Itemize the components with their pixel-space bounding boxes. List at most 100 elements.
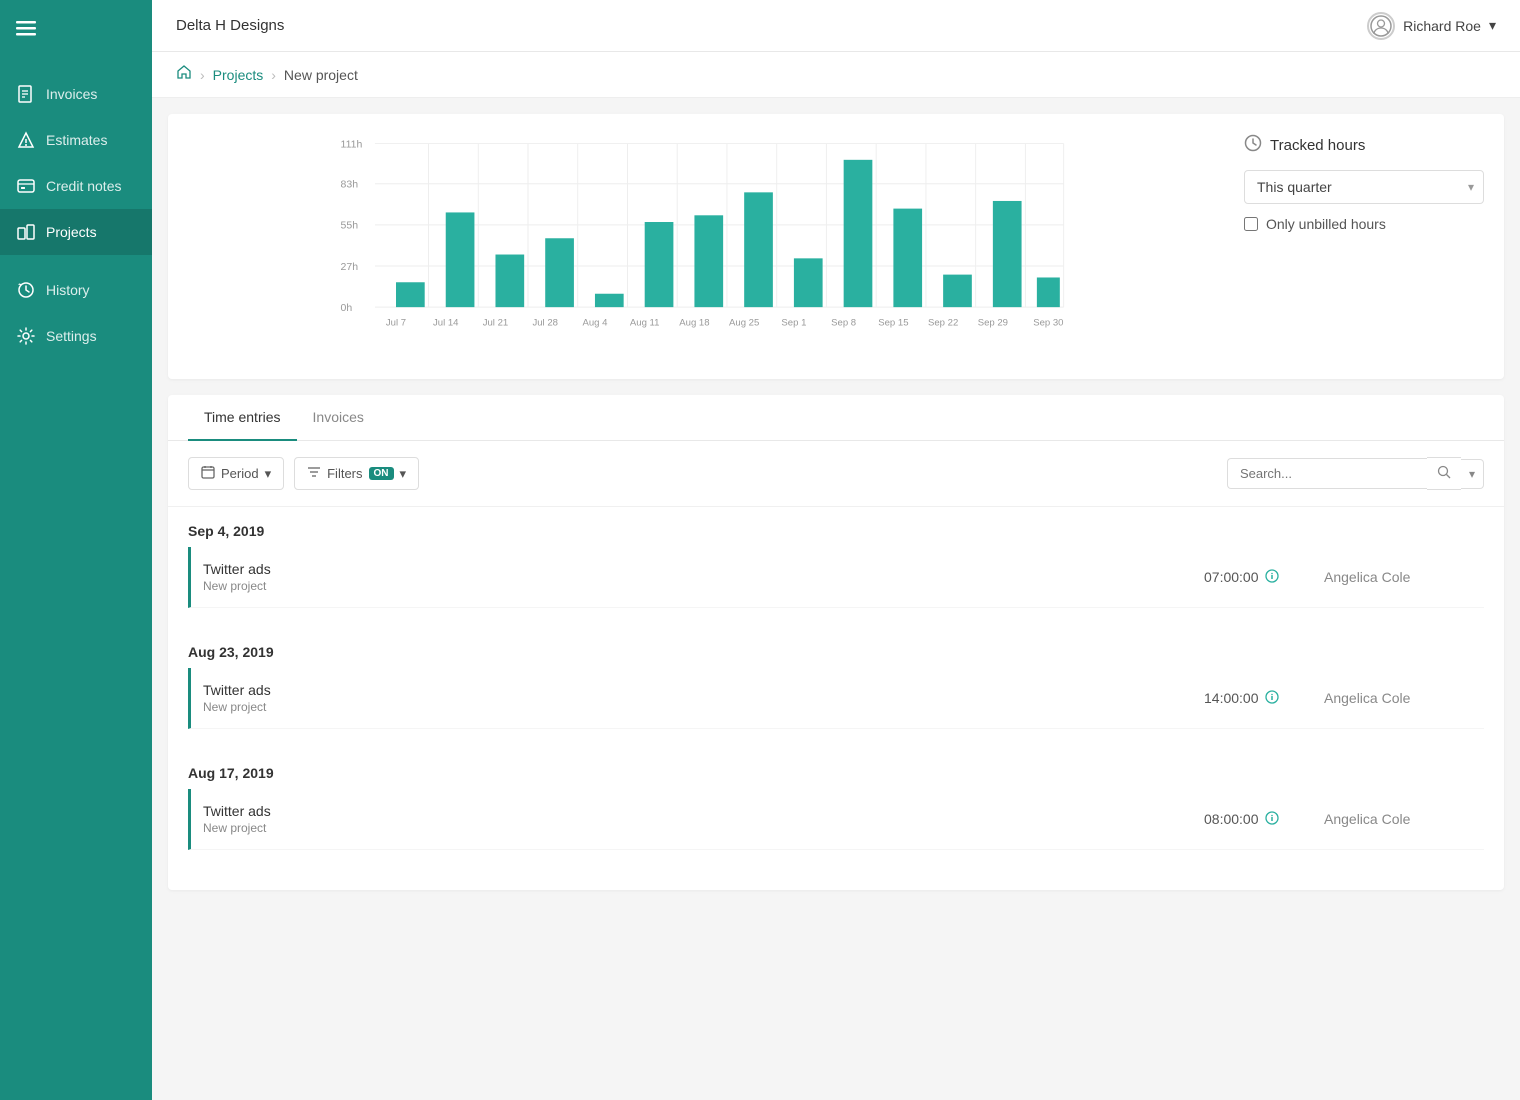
quarter-select[interactable]: This quarter Last quarter This month Las…: [1244, 170, 1484, 204]
settings-icon: [16, 326, 36, 346]
svg-text:Sep 30: Sep 30: [1033, 317, 1063, 328]
entry-info: Twitter ads New project: [203, 561, 1204, 593]
user-menu[interactable]: Richard Roe ▾: [1367, 12, 1496, 40]
unbilled-checkbox-row: Only unbilled hours: [1244, 216, 1484, 232]
unbilled-label[interactable]: Only unbilled hours: [1266, 216, 1386, 232]
content-area: › Projects › New project 111h 83h 55h 27…: [152, 52, 1520, 1100]
svg-text:Sep 29: Sep 29: [978, 317, 1008, 328]
tab-invoices[interactable]: Invoices: [297, 395, 380, 441]
user-chevron: ▾: [1489, 17, 1496, 34]
quarter-select-wrapper: This quarter Last quarter This month Las…: [1244, 170, 1484, 204]
tab-time-entries[interactable]: Time entries: [188, 395, 297, 441]
svg-text:Aug 25: Aug 25: [729, 317, 759, 328]
date-group-2: Aug 23, 2019 Twitter ads New project 14:…: [188, 628, 1484, 729]
svg-text:Sep 15: Sep 15: [878, 317, 908, 328]
filters-label: Filters: [327, 466, 362, 481]
chart-section: 111h 83h 55h 27h 0h: [168, 114, 1504, 379]
entry-time: 08:00:00: [1204, 811, 1324, 828]
svg-text:Jul 21: Jul 21: [483, 317, 508, 328]
date-label-1: Sep 4, 2019: [188, 507, 1484, 547]
sidebar-item-label: Projects: [46, 224, 97, 240]
avatar: [1367, 12, 1395, 40]
entries-list: Sep 4, 2019 Twitter ads New project 07:0…: [168, 507, 1504, 890]
entry-user: Angelica Cole: [1324, 811, 1484, 827]
table-row: Twitter ads New project 07:00:00: [188, 547, 1484, 608]
unbilled-checkbox[interactable]: [1244, 217, 1258, 231]
svg-text:Jul 28: Jul 28: [532, 317, 557, 328]
history-icon: [16, 280, 36, 300]
chart-controls: Tracked hours This quarter Last quarter …: [1244, 134, 1484, 359]
sidebar: Invoices Estimates Credit notes: [0, 0, 152, 1100]
period-button[interactable]: Period ▾: [188, 457, 284, 490]
sidebar-item-projects[interactable]: Projects: [0, 209, 152, 255]
tracked-hours-title: Tracked hours: [1244, 134, 1484, 156]
bar-chart: 111h 83h 55h 27h 0h: [188, 134, 1220, 354]
entry-user: Angelica Cole: [1324, 690, 1484, 706]
entry-project: New project: [203, 700, 1204, 714]
period-label: Period: [221, 466, 259, 481]
sidebar-item-history[interactable]: History: [0, 267, 152, 313]
table-row: Twitter ads New project 14:00:00: [188, 668, 1484, 729]
filters-chevron: ▾: [400, 466, 407, 482]
entry-task: Twitter ads: [203, 803, 1204, 819]
entry-time: 14:00:00: [1204, 690, 1324, 707]
entry-project: New project: [203, 579, 1204, 593]
sidebar-item-settings[interactable]: Settings: [0, 313, 152, 359]
svg-text:Jul 14: Jul 14: [433, 317, 459, 328]
info-icon[interactable]: [1265, 690, 1279, 707]
entry-task: Twitter ads: [203, 561, 1204, 577]
home-breadcrumb[interactable]: [176, 64, 192, 85]
breadcrumb-separator-2: ›: [271, 67, 276, 83]
search-button[interactable]: [1427, 457, 1461, 490]
svg-text:55h: 55h: [341, 220, 359, 232]
search-container: ▾: [1227, 457, 1484, 490]
date-group-1: Sep 4, 2019 Twitter ads New project 07:0…: [188, 507, 1484, 608]
breadcrumb: › Projects › New project: [152, 52, 1520, 98]
main-content: Delta H Designs Richard Roe ▾ › Projects: [152, 0, 1520, 1100]
svg-text:111h: 111h: [341, 138, 363, 150]
calendar-icon: [201, 465, 215, 482]
table-row: Twitter ads New project 08:00:00: [188, 789, 1484, 850]
estimates-icon: [16, 130, 36, 150]
topbar: Delta H Designs Richard Roe ▾: [152, 0, 1520, 52]
sidebar-item-credit-notes[interactable]: Credit notes: [0, 163, 152, 209]
sidebar-item-invoices[interactable]: Invoices: [0, 71, 152, 117]
sidebar-item-label: Settings: [46, 328, 97, 344]
svg-text:83h: 83h: [341, 179, 359, 191]
search-input[interactable]: [1227, 458, 1427, 489]
svg-text:Sep 1: Sep 1: [781, 317, 806, 328]
filter-bar: Period ▾ Filters ON ▾: [168, 441, 1504, 507]
search-dropdown-button[interactable]: ▾: [1461, 459, 1484, 489]
svg-text:27h: 27h: [341, 261, 359, 273]
entry-time: 07:00:00: [1204, 569, 1324, 586]
user-name: Richard Roe: [1403, 18, 1481, 34]
credit-notes-icon: [16, 176, 36, 196]
filters-button[interactable]: Filters ON ▾: [294, 457, 419, 490]
company-name: Delta H Designs: [176, 17, 284, 34]
date-label-2: Aug 23, 2019: [188, 628, 1484, 668]
filter-controls: Period ▾ Filters ON ▾: [188, 457, 419, 490]
breadcrumb-separator-1: ›: [200, 67, 205, 83]
clock-icon: [1244, 134, 1262, 156]
svg-text:0h: 0h: [341, 302, 353, 314]
date-group-3: Aug 17, 2019 Twitter ads New project 08:…: [188, 749, 1484, 850]
period-chevron: ▾: [265, 466, 272, 482]
info-icon[interactable]: [1265, 569, 1279, 586]
tabs-section: Time entries Invoices: [168, 395, 1504, 890]
svg-text:Sep 22: Sep 22: [928, 317, 958, 328]
svg-text:Sep 8: Sep 8: [831, 317, 856, 328]
svg-text:Aug 11: Aug 11: [630, 317, 660, 328]
entry-task: Twitter ads: [203, 682, 1204, 698]
info-icon[interactable]: [1265, 811, 1279, 828]
breadcrumb-projects[interactable]: Projects: [213, 67, 264, 83]
svg-text:Jul 7: Jul 7: [386, 317, 406, 328]
date-label-3: Aug 17, 2019: [188, 749, 1484, 789]
tabs-header: Time entries Invoices: [168, 395, 1504, 441]
sidebar-header: [0, 0, 152, 61]
invoices-icon: [16, 84, 36, 104]
entry-user: Angelica Cole: [1324, 569, 1484, 585]
sidebar-item-estimates[interactable]: Estimates: [0, 117, 152, 163]
hamburger-icon[interactable]: [16, 18, 36, 43]
projects-icon: [16, 222, 36, 242]
filters-on-badge: ON: [369, 467, 394, 480]
